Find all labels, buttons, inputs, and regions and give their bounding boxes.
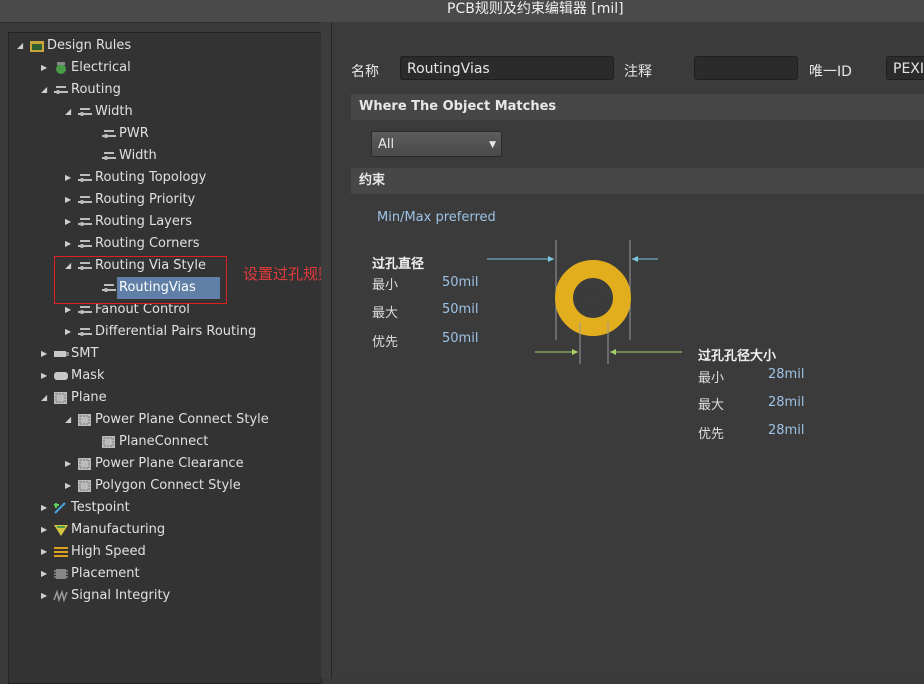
high-speed-icon — [53, 545, 69, 559]
hole-size-max-label: 最大 — [698, 398, 725, 413]
expand-arrow-icon[interactable]: ◢ — [65, 101, 75, 123]
routing-rule-icon — [77, 105, 93, 119]
collapsed-arrow-icon[interactable]: ▶ — [65, 189, 75, 211]
hole-size-title: 过孔孔径大小 — [698, 349, 777, 364]
collapsed-arrow-icon[interactable]: ▶ — [41, 563, 51, 585]
collapsed-arrow-icon[interactable]: ▶ — [41, 519, 51, 541]
routing-rule-icon — [77, 325, 93, 339]
collapsed-arrow-icon[interactable]: ▶ — [41, 585, 51, 607]
collapsed-arrow-icon[interactable]: ▶ — [41, 365, 51, 387]
testpoint-icon — [53, 501, 69, 515]
collapsed-arrow-icon[interactable]: ▶ — [41, 57, 51, 79]
collapsed-arrow-icon[interactable]: ▶ — [41, 541, 51, 563]
placement-icon — [53, 567, 69, 581]
collapsed-arrow-icon[interactable]: ▶ — [65, 321, 75, 343]
expand-arrow-icon[interactable]: ◢ — [17, 35, 27, 57]
hole-size-max-value[interactable]: 28mil — [768, 395, 804, 410]
panel-splitter[interactable] — [321, 22, 331, 678]
routing-rule-icon — [77, 193, 93, 207]
plane-icon — [77, 413, 93, 427]
title-bar: PCB规则及约束编辑器 [mil] — [0, 0, 924, 23]
window-title: PCB规则及约束编辑器 [mil] — [447, 1, 624, 17]
annotation-text: 设置过孔规则 — [243, 265, 334, 283]
annotation-highlight-box — [54, 256, 227, 304]
collapsed-arrow-icon[interactable]: ▶ — [41, 497, 51, 519]
routing-rule-icon — [101, 149, 117, 163]
collapsed-arrow-icon[interactable]: ▶ — [65, 211, 75, 233]
routing-rule-icon — [77, 215, 93, 229]
manufacturing-icon — [53, 523, 69, 537]
hole-size-pref-label: 优先 — [698, 427, 725, 442]
signal-integrity-icon — [53, 589, 69, 603]
expand-arrow-icon[interactable]: ◢ — [41, 79, 51, 101]
collapsed-arrow-icon[interactable]: ▶ — [65, 233, 75, 255]
collapsed-arrow-icon[interactable]: ▶ — [65, 167, 75, 189]
routing-rule-icon — [77, 171, 93, 185]
via-dimension-diagram — [487, 240, 682, 364]
smt-icon — [53, 347, 69, 361]
collapsed-arrow-icon[interactable]: ▶ — [65, 453, 75, 475]
expand-arrow-icon[interactable]: ◢ — [41, 387, 51, 409]
hole-size-pref-value[interactable]: 28mil — [768, 423, 804, 438]
mask-icon — [53, 369, 69, 383]
plane-icon — [77, 479, 93, 493]
folder-rules-icon — [29, 39, 45, 53]
routing-rule-icon — [77, 303, 93, 317]
collapsed-arrow-icon[interactable]: ▶ — [41, 343, 51, 365]
rule-editor-panel: 名称 RoutingVias 注释 唯一ID PEXIV Where The O… — [331, 22, 924, 678]
routing-rule-icon — [77, 237, 93, 251]
hole-size-min-value[interactable]: 28mil — [768, 367, 804, 382]
routing-rule-icon — [101, 127, 117, 141]
collapsed-arrow-icon[interactable]: ▶ — [65, 475, 75, 497]
expand-arrow-icon[interactable]: ◢ — [65, 409, 75, 431]
plane-icon — [77, 457, 93, 471]
plane-icon — [101, 435, 117, 449]
electrical-icon — [53, 61, 69, 75]
routing-rule-icon — [53, 83, 69, 97]
rules-tree-panel[interactable]: ◢ Design Rules ▶ Electrical ◢ Routing ◢ … — [8, 32, 322, 684]
plane-icon — [53, 391, 69, 405]
hole-size-min-label: 最小 — [698, 371, 725, 386]
